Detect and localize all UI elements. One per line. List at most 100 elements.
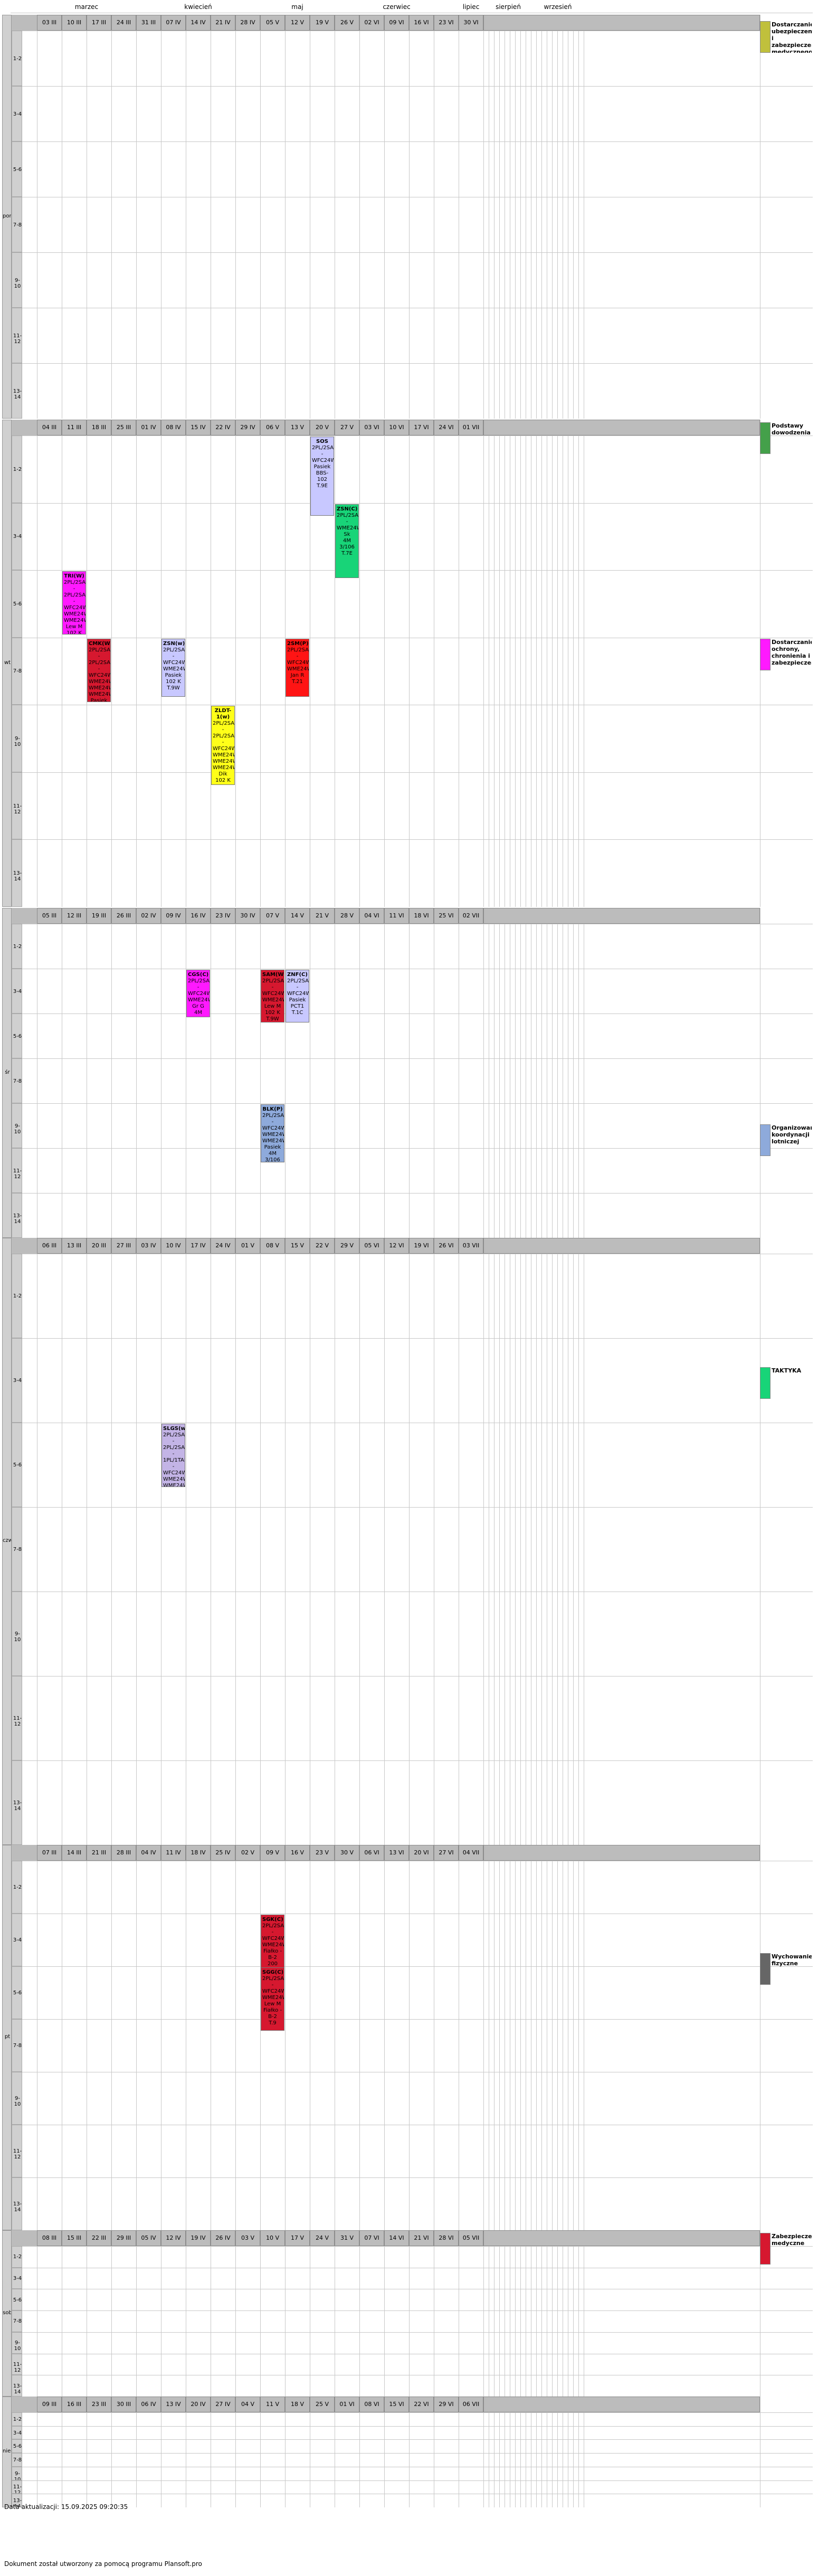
row-line [22,435,813,436]
day-name: śr [5,1069,10,1075]
slot-label: 7-8 [13,1547,22,1552]
date-header-cell: 10 IV [161,1238,186,1254]
date-header-cell: 20 III [87,1238,111,1254]
date-header-cell: 02 VII [459,908,483,924]
slot-number: 5-6 [12,141,22,197]
date-header-cell: 13 VI [384,1845,409,1861]
event-detail: Pasiek [289,997,306,1003]
date-header-cell: 12 VI [384,1238,409,1254]
column-line [536,924,537,1238]
slot-number: 7-8 [12,2453,22,2467]
date-header-tail [483,908,760,924]
event-detail: Lew M [65,624,83,630]
event-detail: T.7E [341,550,353,556]
column-line [285,1861,286,2230]
slot-label: 5-6 [13,1462,22,1468]
event-block[interactable]: 2SM(P)2PL/2SAP -WFC24WC0WME24WC0Jan RT.2… [286,638,309,697]
event-block[interactable]: ZSN(C)2PL/2SAP -WME24WC0Sk4M 3/106T.7E [335,504,359,578]
event-title: 2SM(P) [287,640,309,647]
event-title: ZLDT-1(w) [214,708,232,721]
date-header-cell: 09 IV [161,908,186,924]
event-block[interactable]: CMK(W)2PL/2SAP -2PL/2SAP -WFC24WC0WME24W… [87,638,111,702]
date-header-cell: 09 III [37,2397,62,2412]
date-header-cell: 06 IV [136,2397,161,2412]
slot-label: 13-14 [13,1800,22,1812]
date-header-cell: 05 III [37,908,62,924]
row-line [22,2019,813,2020]
slot-label: 7-8 [13,1078,22,1084]
column-line [384,1254,385,1845]
event-detail: 2PL/2SAP - [287,978,309,990]
column-line [260,2412,261,2507]
event-title: TRI(W) [64,573,84,580]
month-label: marzec [74,3,99,11]
date-header-cell: 15 V [285,1238,310,1254]
date-header-cell: 19 VI [409,1238,434,1254]
column-line [557,2412,558,2507]
column-line [483,2412,484,2507]
date-header-cell: 03 VII [459,1238,483,1254]
event-block[interactable]: TRI(W)2PL/2SAP -2PL/2SAP -WFC24WC0WME24W… [62,571,86,635]
column-line [359,1861,360,2230]
event-block[interactable]: SLGS(w)2PL/2SAP -2PL/2SAP -1PL/1TAP -WFC… [161,1424,185,1487]
date-header-cell: 26 III [111,908,136,924]
column-line [515,2246,516,2397]
date-header-cell: 16 V [285,1845,310,1861]
date-header-cell: 08 VI [359,2397,384,2412]
date-header-cell: 15 IV [186,420,211,435]
column-line [359,31,360,419]
legend-swatch [760,1367,771,1399]
event-block[interactable]: CGS(C)2PL/2SAP -WFC24WC0WME24WC0Gr G4M 3… [186,970,210,1017]
date-header-cell: 04 VII [459,1845,483,1861]
date-header-cell: 30 IV [235,908,260,924]
date-header-cell: 03 III [37,15,62,31]
row-line [22,839,813,840]
row-line [22,503,813,504]
column-line [520,2246,521,2397]
event-block[interactable]: ZNF(C)2PL/2SAP -WFC24WC0PasiekPCT1T.1C [286,970,309,1022]
column-line [536,1861,537,2230]
column-line [499,1254,500,1845]
date-header-cell: 18 VI [409,908,434,924]
column-line [573,2412,574,2507]
column-line [515,924,516,1238]
column-line [359,2412,360,2507]
date-header-tail [483,420,760,435]
event-detail: WME24WC0 [262,1942,284,1948]
date-header-cell: 25 VI [434,908,459,924]
column-line [536,2246,537,2397]
slot-label: 1-2 [13,943,22,950]
event-block[interactable]: ZSN(w)2PL/2SAP -WFC24WC0WME24WC0Pasiek10… [161,638,185,697]
date-header-cell: 22 III [87,2230,111,2246]
event-block[interactable]: BLK(P)2PL/2SAP -WFC24WC0WME24WC0WME24WC0… [261,1104,284,1162]
date-header-cell: 01 IV [136,420,161,435]
legend-label: Dostarczanie ubezpieczenia i zabezpiecze… [772,21,812,53]
event-detail: WME24WC0 [287,666,309,672]
date-header-cell: 28 IV [235,15,260,31]
column-line [409,924,410,1238]
column-line [136,435,137,907]
column-line [136,924,137,1238]
row-line [22,2426,813,2427]
column-line [573,435,574,907]
column-line [235,2412,236,2507]
event-detail: 2PL/2SAP - [337,512,359,525]
column-line [515,435,516,907]
event-block[interactable]: ZLDT-1(w)2PL/2SAP -2PL/2SAP -WFC24WC0WME… [211,706,235,785]
event-title: ZNF(C) [287,972,308,978]
event-block[interactable]: SAM(W)2PL/2SAP -WFC24WC0WME24WC0Lew M102… [261,970,284,1022]
event-detail: 102 K [66,630,82,635]
event-block[interactable]: SGG(C)2PL/2SAP -WFC24WC0WME24WC0Lew MFia… [261,1967,284,2031]
date-header-cell: 01 VII [459,420,483,435]
slot-label: 11-12 [13,803,22,815]
event-block[interactable]: SOS2PL/2SAP -WFC24WC0PasiekBBS-102T.9E [310,437,334,516]
event-detail: 2PL/2SAP - [213,721,235,733]
slot-number: 1-2 [12,435,22,503]
column-line [136,1254,137,1845]
column-line [384,924,385,1238]
day-name: czw [3,1538,11,1543]
date-header-cell: 26 IV [211,2230,235,2246]
row-line [22,1058,813,1059]
column-line [578,1861,579,2230]
date-header-cell: 24 III [111,15,136,31]
